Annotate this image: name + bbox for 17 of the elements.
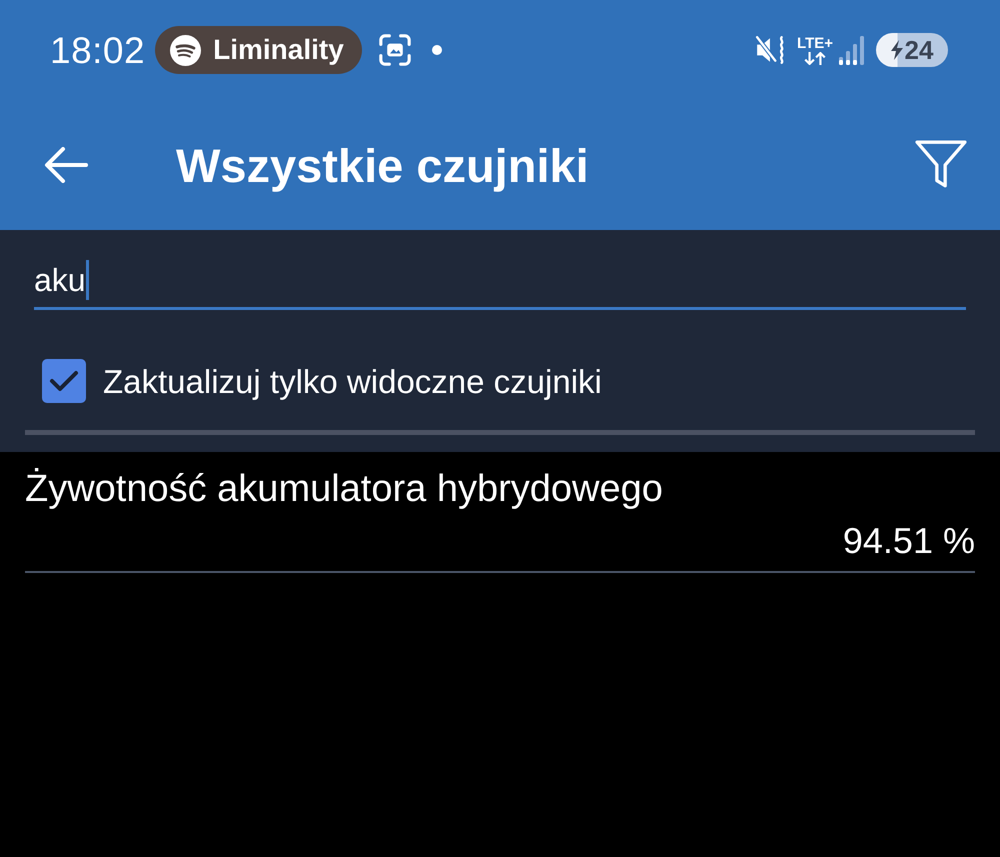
search-field[interactable]: aku — [34, 250, 966, 310]
media-chip[interactable]: Liminality — [155, 26, 362, 74]
battery-percent: 24 — [904, 37, 934, 63]
text-cursor — [86, 260, 89, 300]
checkbox[interactable] — [42, 359, 86, 403]
checkbox-label[interactable]: Zaktualizuj tylko widoczne czujniki — [103, 364, 602, 398]
screenshot-icon — [378, 33, 412, 67]
sensor-value: 94.51 % — [842, 520, 975, 562]
spotify-icon — [170, 34, 202, 66]
notification-dot-icon — [432, 45, 442, 55]
data-arrows-icon — [804, 52, 826, 64]
sensor-list-item[interactable]: Żywotność akumulatora hybrydowego 94.51 % — [25, 452, 975, 573]
signal-bars-icon — [839, 35, 865, 65]
network-type-label: LTE+ — [797, 36, 833, 52]
arrow-left-icon — [44, 147, 88, 183]
sensor-name: Żywotność akumulatora hybrydowego — [25, 468, 663, 510]
status-time: 18:02 — [50, 32, 146, 68]
